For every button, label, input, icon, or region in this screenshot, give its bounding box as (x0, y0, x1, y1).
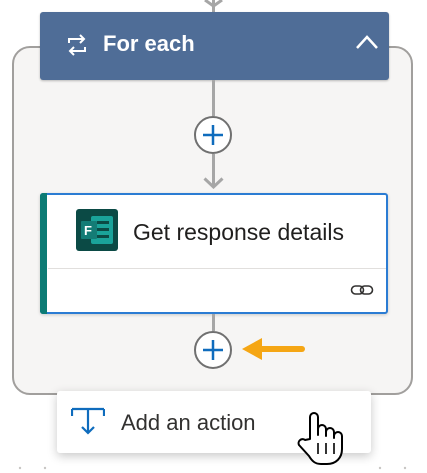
insert-step-button[interactable] (194, 116, 232, 154)
connector-arrowhead (203, 177, 224, 189)
plus-icon (203, 125, 223, 145)
hand-pointer-icon (297, 412, 343, 465)
annotation-arrow-icon (242, 338, 305, 360)
card-accent-bar (40, 193, 47, 314)
loop-icon (68, 34, 86, 56)
chevron-up-icon[interactable] (350, 26, 384, 60)
link-icon[interactable] (350, 280, 374, 300)
foreach-title: For each (103, 31, 195, 56)
canvas-dots (18, 466, 407, 470)
add-action-icon (71, 407, 105, 435)
action-title: Get response details (133, 219, 344, 245)
card-divider (48, 268, 386, 269)
microsoft-forms-icon: F (76, 209, 118, 251)
connector-line (212, 314, 215, 331)
foreach-header[interactable] (40, 12, 389, 80)
add-action-menu-item[interactable]: Add an action (121, 409, 256, 437)
plus-icon (203, 340, 223, 360)
top-arrowhead (204, 0, 223, 8)
add-step-button[interactable] (194, 331, 232, 369)
connector-line (212, 80, 215, 116)
svg-text:F: F (84, 223, 92, 238)
